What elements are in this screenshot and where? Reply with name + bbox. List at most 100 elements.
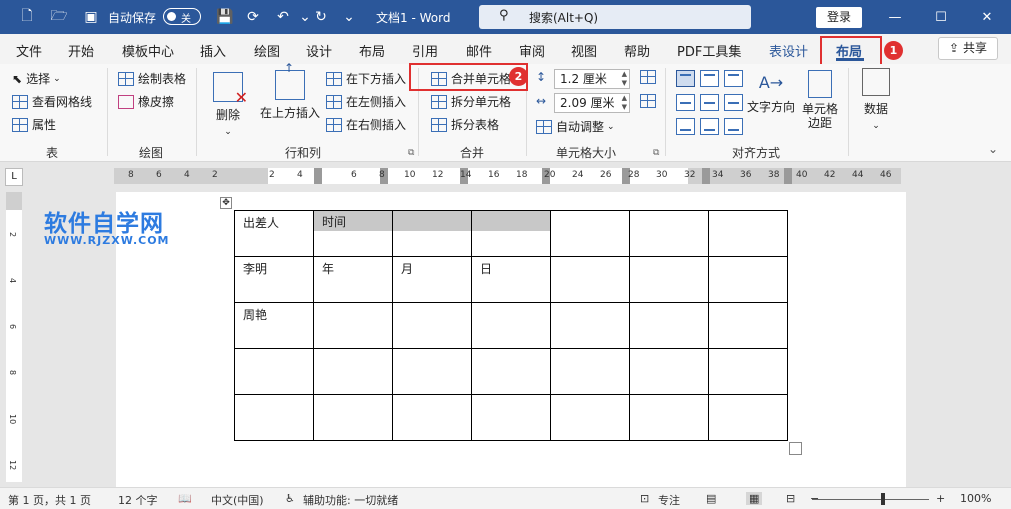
table-cell[interactable]: [234, 348, 314, 395]
minimize-icon[interactable]: —: [872, 0, 918, 34]
align-top-right-icon[interactable]: [724, 70, 743, 87]
dialog-launcher-icon[interactable]: ⧉: [653, 148, 659, 158]
table-cell[interactable]: [708, 210, 788, 257]
tab-selector-icon[interactable]: L: [5, 168, 23, 186]
close-icon[interactable]: ✕: [964, 0, 1010, 34]
maximize-icon[interactable]: ☐: [918, 0, 964, 34]
customize-toolbar-icon[interactable]: ⌄: [336, 0, 362, 34]
insert-left-button[interactable]: 在左侧插入: [326, 93, 406, 110]
table-cell[interactable]: [471, 394, 551, 441]
table-cell[interactable]: [471, 302, 551, 349]
table-cell[interactable]: [708, 394, 788, 441]
table-cell[interactable]: [629, 348, 709, 395]
image-edit-icon[interactable]: ▣: [78, 0, 104, 34]
table-cell[interactable]: 月: [392, 256, 472, 303]
language-status[interactable]: 中文(中国): [211, 492, 264, 508]
table-cell[interactable]: [471, 210, 551, 257]
table-cell[interactable]: [392, 394, 472, 441]
tab-templates[interactable]: 模板中心: [122, 41, 174, 60]
web-layout-icon[interactable]: ⊟: [786, 492, 795, 505]
table-cell[interactable]: [550, 348, 630, 395]
table-cell[interactable]: [708, 302, 788, 349]
split-table-button[interactable]: 拆分表格: [431, 116, 499, 133]
table-cell[interactable]: [550, 394, 630, 441]
table-cell[interactable]: [629, 256, 709, 303]
align-bottom-center-icon[interactable]: [700, 118, 719, 135]
autosave-toggle[interactable]: 关: [163, 8, 201, 25]
tab-mailings[interactable]: 邮件: [466, 41, 492, 60]
column-marker[interactable]: [784, 168, 792, 184]
search-box[interactable]: ⚲ 搜索(Alt+Q): [479, 5, 751, 29]
proofing-icon[interactable]: 📖: [178, 492, 192, 505]
document-table[interactable]: 出差人 时间 李明 年 月 日周艳: [234, 210, 788, 441]
document-icon[interactable]: 🗋: [14, 0, 40, 34]
table-cell[interactable]: 年: [313, 256, 393, 303]
row-height-input[interactable]: 1.2 厘米 ▲ ▼: [554, 69, 630, 89]
tab-review[interactable]: 审阅: [519, 41, 545, 60]
accessibility-status[interactable]: 辅助功能: 一切就绪: [303, 492, 398, 508]
split-cells-button[interactable]: 拆分单元格: [431, 93, 511, 110]
page-count[interactable]: 第 1 页，共 1 页: [8, 492, 91, 508]
word-count[interactable]: 12 个字: [118, 492, 158, 508]
zoom-level[interactable]: 100%: [960, 492, 991, 505]
zoom-slider-thumb[interactable]: [881, 493, 885, 505]
accessibility-icon[interactable]: ♿: [285, 492, 295, 505]
table-cell[interactable]: [392, 210, 472, 257]
sync-icon[interactable]: ⟳: [240, 0, 266, 34]
properties-button[interactable]: 属性: [12, 116, 56, 133]
zoom-slider[interactable]: [812, 499, 929, 500]
share-button[interactable]: ⇪ 共享: [938, 37, 998, 60]
tab-file[interactable]: 文件: [16, 41, 42, 60]
insert-above-button[interactable]: ↑ 在上方插入: [258, 61, 322, 121]
table-cell[interactable]: [234, 394, 314, 441]
data-button[interactable]: 数据 ⌄: [858, 68, 894, 131]
zoom-in-icon[interactable]: +: [936, 492, 945, 505]
column-marker[interactable]: [702, 168, 710, 184]
table-cell[interactable]: [629, 302, 709, 349]
align-middle-right-icon[interactable]: [724, 94, 743, 111]
table-cell[interactable]: [392, 348, 472, 395]
tab-view[interactable]: 视图: [571, 41, 597, 60]
collapse-ribbon-icon[interactable]: ⌄: [988, 142, 998, 156]
tab-table-design[interactable]: 表设计: [769, 41, 808, 60]
insert-below-button[interactable]: 在下方插入: [326, 70, 406, 87]
align-middle-center-icon[interactable]: [700, 94, 719, 111]
draw-table-button[interactable]: 绘制表格: [118, 70, 186, 87]
table-cell[interactable]: 李明: [234, 256, 314, 303]
eraser-button[interactable]: 橡皮擦: [118, 93, 174, 110]
align-bottom-left-icon[interactable]: [676, 118, 695, 135]
table-cell[interactable]: [550, 256, 630, 303]
tab-design[interactable]: 设计: [306, 41, 332, 60]
focus-label[interactable]: 专注: [658, 492, 680, 508]
print-layout-icon[interactable]: ▦: [746, 492, 763, 505]
align-bottom-right-icon[interactable]: [724, 118, 743, 135]
redo-icon[interactable]: ↻: [308, 0, 334, 34]
table-move-handle-icon[interactable]: ✥: [220, 197, 232, 209]
table-resize-handle[interactable]: [789, 442, 802, 455]
table-cell[interactable]: [550, 210, 630, 257]
login-button[interactable]: 登录: [816, 7, 862, 28]
table-cell[interactable]: [392, 302, 472, 349]
table-cell[interactable]: [550, 302, 630, 349]
table-cell[interactable]: [313, 348, 393, 395]
autofit-button[interactable]: 自动调整 ⌄: [536, 118, 615, 135]
text-direction-button[interactable]: A→ 文字方向: [746, 68, 796, 115]
insert-right-button[interactable]: 在右侧插入: [326, 116, 406, 133]
focus-icon[interactable]: ⊡: [640, 492, 649, 505]
column-marker[interactable]: [314, 168, 322, 184]
spinner-arrows-icon[interactable]: ▲ ▼: [622, 70, 627, 88]
view-gridlines-button[interactable]: 查看网格线: [12, 93, 92, 110]
read-mode-icon[interactable]: ▤: [706, 492, 716, 505]
select-button[interactable]: ⬉ 选择 ⌄: [12, 70, 61, 87]
spinner-arrows-icon[interactable]: ▲ ▼: [622, 94, 627, 112]
table-cell[interactable]: 时间: [313, 210, 393, 257]
table-cell[interactable]: 周艳: [234, 302, 314, 349]
table-cell[interactable]: [708, 256, 788, 303]
open-folder-icon[interactable]: 🗁: [46, 0, 72, 34]
tab-layout[interactable]: 布局: [359, 41, 385, 60]
table-cell[interactable]: [471, 348, 551, 395]
table-cell[interactable]: [629, 394, 709, 441]
align-middle-left-icon[interactable]: [676, 94, 695, 111]
table-cell[interactable]: [313, 394, 393, 441]
col-width-input[interactable]: 2.09 厘米 ▲ ▼: [554, 93, 630, 113]
